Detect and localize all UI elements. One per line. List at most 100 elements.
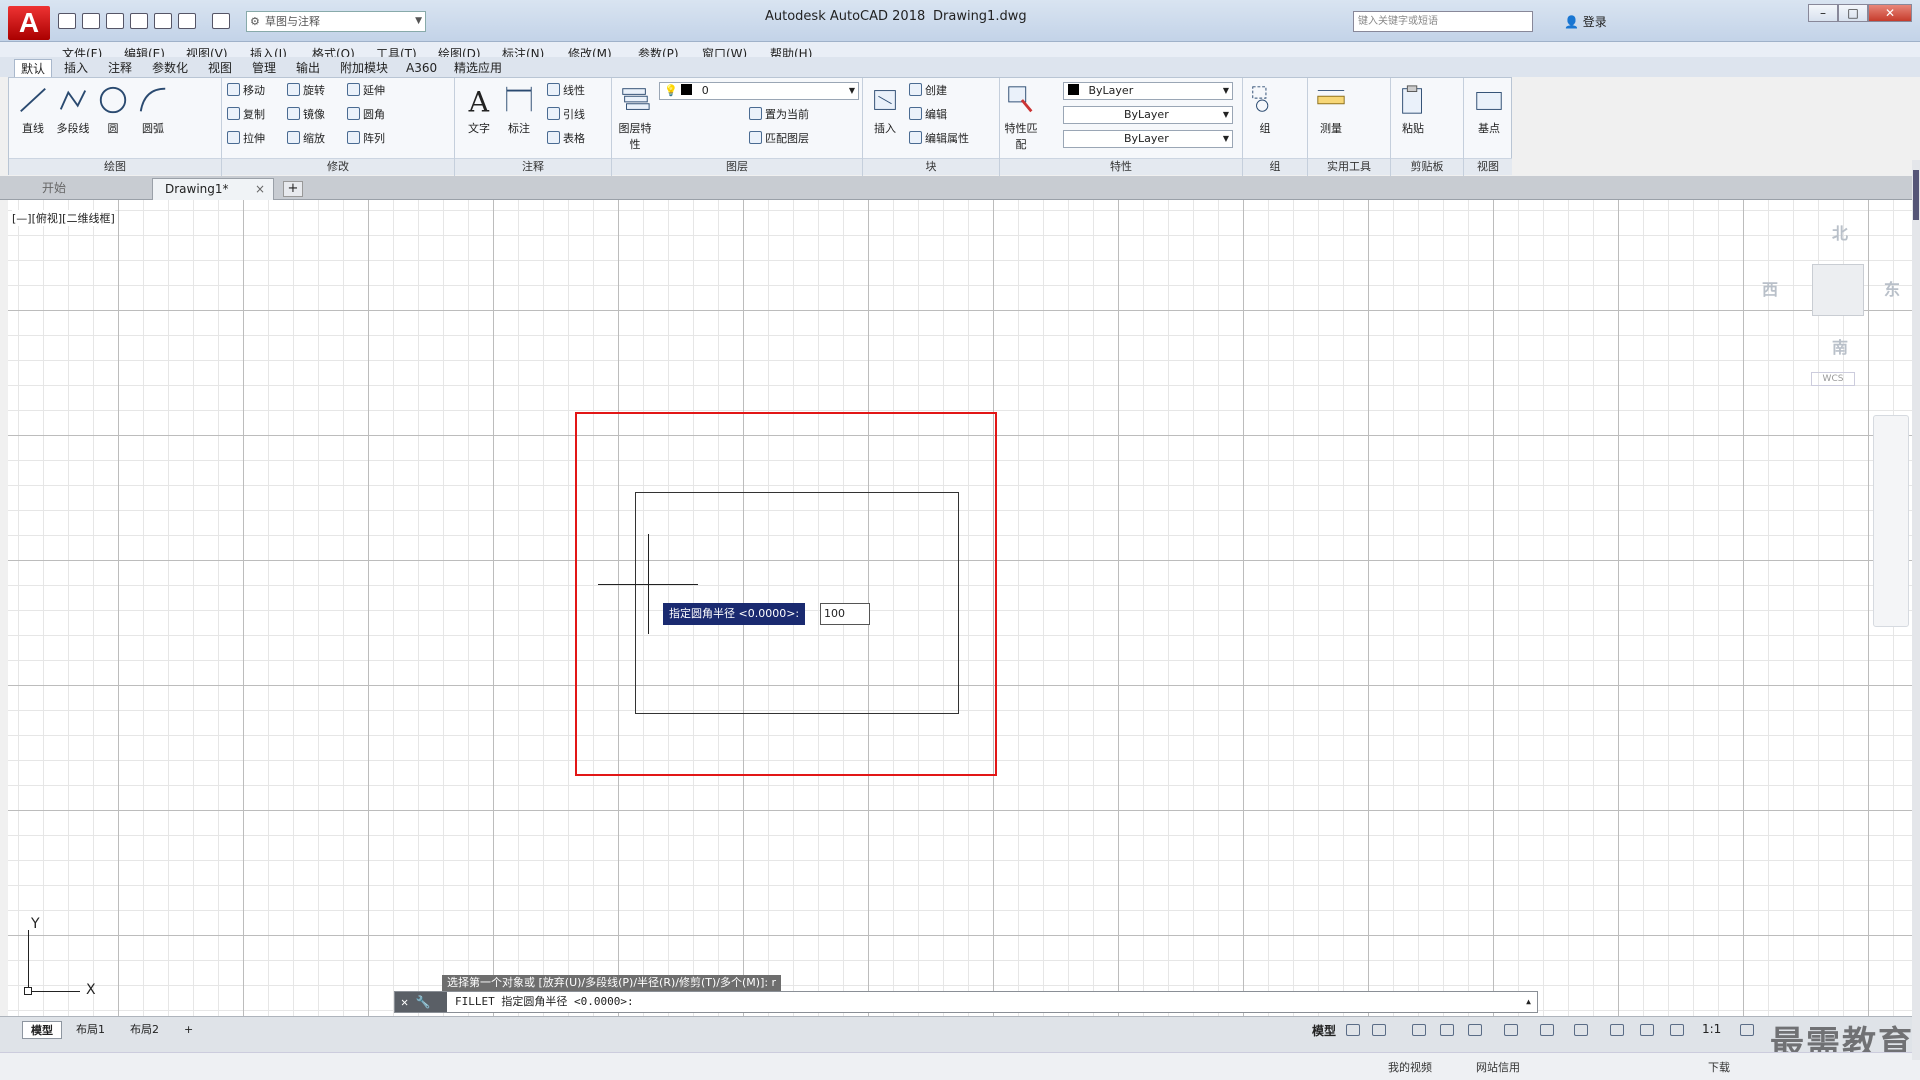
layout-tab-model[interactable]: 模型	[22, 1021, 62, 1039]
clipboard-panel-title[interactable]: 剪贴板	[1391, 158, 1463, 175]
layout-tab-add[interactable]: +	[176, 1021, 201, 1039]
save-as-icon[interactable]	[130, 13, 148, 29]
insert-block-tool[interactable]: 插入	[865, 82, 905, 136]
match-layer-tool[interactable]: 匹配图层	[749, 130, 809, 148]
line-tool[interactable]: 直线	[13, 82, 53, 136]
layer-properties-tool[interactable]: 图层特性	[615, 82, 655, 152]
save-icon[interactable]	[106, 13, 124, 29]
application-menu-button[interactable]: A	[8, 6, 50, 40]
object-snap-icon[interactable]	[1504, 1024, 1518, 1036]
viewport-controls[interactable]: [—][俯视][二维线框]	[12, 210, 115, 226]
tab-view[interactable]: 视图	[202, 59, 238, 77]
tab-parametric[interactable]: 参数化	[146, 59, 194, 77]
auto-scale-icon[interactable]	[1640, 1024, 1654, 1036]
block-panel-title[interactable]: 块	[863, 158, 999, 175]
create-block-tool[interactable]: 创建	[909, 82, 947, 100]
view-panel-title[interactable]: 视图	[1464, 158, 1512, 175]
dimension-tool[interactable]: 标注	[499, 82, 539, 136]
selection-cycling-icon[interactable]	[1574, 1024, 1588, 1036]
utilities-panel-title[interactable]: 实用工具	[1308, 158, 1390, 175]
stretch-tool[interactable]: 拉伸	[227, 130, 265, 148]
tab-drawing1[interactable]: Drawing1* ×	[152, 178, 274, 200]
tab-a360[interactable]: A360	[400, 59, 443, 77]
viewcube-south[interactable]: 南	[1832, 334, 1848, 358]
chevron-up-icon[interactable]: ▲	[1526, 992, 1531, 1012]
print-icon[interactable]	[154, 13, 172, 29]
login-button[interactable]: 👤 登录	[1564, 13, 1607, 30]
wcs-menu[interactable]: WCS	[1811, 372, 1855, 386]
fillet-tool[interactable]: 圆角	[347, 106, 385, 124]
viewcube-west[interactable]: 西	[1762, 276, 1778, 300]
gear-icon[interactable]	[1740, 1024, 1754, 1036]
set-current-tool[interactable]: 置为当前	[749, 106, 809, 124]
color-select[interactable]: ByLayer ▼	[1063, 82, 1233, 100]
tab-manage[interactable]: 管理	[246, 59, 282, 77]
annotation-visibility-icon[interactable]	[1610, 1024, 1624, 1036]
annotation-scale[interactable]: 1:1	[1702, 1022, 1721, 1036]
mirror-tool[interactable]: 镜像	[287, 106, 325, 124]
array-tool[interactable]: 阵列	[347, 130, 385, 148]
new-tab-button[interactable]: +	[283, 181, 303, 197]
annotate-panel-title[interactable]: 注释	[455, 158, 611, 175]
tab-start[interactable]: 开始	[30, 178, 148, 200]
modify-panel-title[interactable]: 修改	[222, 158, 454, 175]
tab-insert[interactable]: 插入	[58, 59, 94, 77]
dynamic-input-field[interactable]: 100	[820, 603, 870, 625]
download-link[interactable]: 下载	[1708, 1059, 1730, 1075]
lineweight-icon[interactable]	[1540, 1024, 1554, 1036]
viewcube-north[interactable]: 北	[1832, 220, 1848, 244]
polar-icon[interactable]	[1440, 1024, 1454, 1036]
groups-panel-title[interactable]: 组	[1243, 158, 1307, 175]
tab-annotate[interactable]: 注释	[102, 59, 138, 77]
viewcube[interactable]: 北 西 东 南 WCS	[1748, 220, 1908, 390]
layer-select[interactable]: 💡 0 ▼	[659, 82, 859, 100]
snap-icon[interactable]	[1372, 1024, 1386, 1036]
move-tool[interactable]: 移动	[227, 82, 265, 100]
navigation-bar[interactable]	[1873, 415, 1909, 627]
workspace-select[interactable]: ⚙ 草图与注释 ▼	[246, 11, 426, 32]
properties-panel-title[interactable]: 特性	[1000, 158, 1242, 175]
close-icon[interactable]: ×	[255, 179, 265, 199]
undo-icon[interactable]	[178, 13, 196, 29]
grid-icon[interactable]	[1346, 1024, 1360, 1036]
measure-tool[interactable]: 测量	[1311, 82, 1351, 136]
paste-tool[interactable]: 粘贴	[1393, 82, 1433, 136]
circle-tool[interactable]: 圆	[93, 82, 133, 136]
edit-attributes-tool[interactable]: 编辑属性	[909, 130, 969, 148]
draw-panel-title[interactable]: 绘图	[9, 158, 221, 175]
close-button[interactable]: ✕	[1868, 4, 1912, 22]
model-space-toggle[interactable]: 模型	[1312, 1022, 1336, 1039]
group-tool[interactable]: 组	[1245, 82, 1285, 136]
text-tool[interactable]: A 文字	[459, 82, 499, 136]
scrollbar-thumb[interactable]	[1913, 170, 1919, 220]
command-line[interactable]: ✕ 🔧 FILLET 指定圆角半径 <0.0000>: ▲	[394, 991, 1538, 1013]
isodraft-icon[interactable]	[1468, 1024, 1482, 1036]
tab-default[interactable]: 默认	[14, 59, 53, 77]
polyline-tool[interactable]: 多段线	[53, 82, 93, 136]
open-file-icon[interactable]	[82, 13, 100, 29]
tab-featured-apps[interactable]: 精选应用	[448, 59, 508, 77]
search-input[interactable]: 键入关键字或短语	[1353, 11, 1533, 32]
scale-tool[interactable]: 缩放	[287, 130, 325, 148]
ortho-icon[interactable]	[1412, 1024, 1426, 1036]
minimize-button[interactable]: –	[1808, 4, 1838, 22]
annotation-scale-icon[interactable]	[1670, 1024, 1684, 1036]
vertical-scrollbar[interactable]	[1912, 160, 1920, 1060]
viewcube-face[interactable]	[1812, 264, 1864, 316]
arc-tool[interactable]: 圆弧	[133, 82, 173, 136]
layout-tab-layout1[interactable]: 布局1	[68, 1021, 113, 1039]
extend-tool[interactable]: 延伸	[347, 82, 385, 100]
redo-icon[interactable]	[212, 13, 230, 29]
tab-output[interactable]: 输出	[290, 59, 326, 77]
edit-block-tool[interactable]: 编辑	[909, 106, 947, 124]
site-credit-link[interactable]: 网站信用	[1476, 1059, 1520, 1075]
command-line-text[interactable]: FILLET 指定圆角半径 <0.0000>:	[455, 992, 634, 1012]
layout-tab-layout2[interactable]: 布局2	[122, 1021, 167, 1039]
my-videos-link[interactable]: 我的视频	[1388, 1059, 1432, 1075]
lineweight-select[interactable]: ByLayer ▼	[1063, 130, 1233, 148]
new-file-icon[interactable]	[58, 13, 76, 29]
linear-tool[interactable]: 线性	[547, 82, 585, 100]
maximize-button[interactable]: □	[1838, 4, 1868, 22]
tab-addins[interactable]: 附加模块	[334, 59, 394, 77]
command-line-tools[interactable]: ✕ 🔧	[395, 992, 447, 1012]
